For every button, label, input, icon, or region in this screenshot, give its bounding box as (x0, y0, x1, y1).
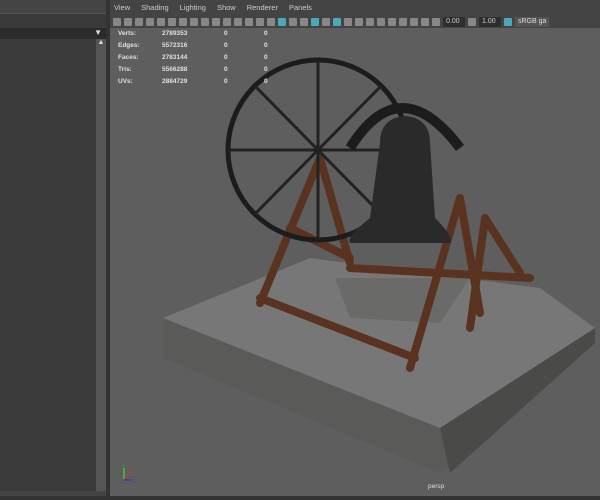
menu-view[interactable]: View (114, 0, 130, 16)
scroll-up-icon[interactable]: ▲ (96, 39, 106, 46)
safe-title-icon[interactable] (256, 18, 264, 26)
camera-lock-icon[interactable] (124, 18, 132, 26)
svg-text:Y: Y (122, 463, 125, 468)
depth-of-field-icon[interactable] (377, 18, 385, 26)
wireframe-on-shaded-icon[interactable] (311, 18, 319, 26)
chevron-down-icon: ▼ (94, 28, 102, 37)
menu-renderer[interactable]: Renderer (247, 0, 278, 16)
viewport[interactable]: View Shading Lighting Show Renderer Pane… (110, 0, 600, 496)
panel-dropdown[interactable]: ▼ (0, 28, 106, 39)
xray-joints-icon[interactable] (421, 18, 429, 26)
film-gate-icon[interactable] (201, 18, 209, 26)
motion-blur-icon[interactable] (355, 18, 363, 26)
bottom-border (0, 496, 600, 500)
stat-row-uvs: UVs: 2884729 0 0 (118, 78, 268, 85)
svg-text:Z: Z (132, 478, 135, 483)
exposure-input[interactable]: 0.00 (443, 17, 465, 27)
menu-lighting[interactable]: Lighting (180, 0, 206, 16)
viewport-toolbar: 0.00 1.00 sRGB ga (110, 16, 600, 28)
image-plane-icon[interactable] (157, 18, 165, 26)
stat-row-faces: Faces: 2783144 0 0 (118, 54, 268, 61)
safe-action-icon[interactable] (245, 18, 253, 26)
anti-aliasing-icon[interactable] (366, 18, 374, 26)
ambient-occlusion-icon[interactable] (344, 18, 352, 26)
svg-text:X: X (129, 470, 132, 475)
resolution-gate-icon[interactable] (212, 18, 220, 26)
camera-label: persp (428, 483, 445, 490)
menu-panels[interactable]: Panels (289, 0, 312, 16)
field-chart-icon[interactable] (234, 18, 242, 26)
scrollbar[interactable]: ▲ (96, 39, 106, 491)
smooth-shade-icon[interactable] (278, 18, 286, 26)
stat-row-tris: Tris: 5566288 0 0 (118, 66, 268, 73)
2d-pan-icon[interactable] (168, 18, 176, 26)
panel-list (0, 39, 96, 491)
wireframe-icon[interactable] (267, 18, 275, 26)
lights-icon[interactable] (322, 18, 330, 26)
stat-row-verts: Verts: 2789353 0 0 (118, 30, 268, 37)
default-material-icon[interactable] (289, 18, 297, 26)
xray-icon[interactable] (410, 18, 418, 26)
menu-show[interactable]: Show (217, 0, 236, 16)
stat-row-edges: Edges: 5572316 0 0 (118, 42, 268, 49)
viewport-menu-bar: View Shading Lighting Show Renderer Pane… (110, 0, 600, 16)
exposure-icon[interactable] (432, 18, 440, 26)
camera-icon[interactable] (113, 18, 121, 26)
bookmark-icon[interactable] (146, 18, 154, 26)
bell-model[interactable] (110, 28, 600, 496)
heads-up-poly-count: Verts: 2789353 0 0 Edges: 5572316 0 0 Faces: 27… (118, 28, 268, 88)
gamma-icon[interactable] (468, 18, 476, 26)
menu-shading[interactable]: Shading (141, 0, 169, 16)
gamma-input[interactable]: 1.00 (479, 17, 501, 27)
shadows-icon[interactable] (333, 18, 341, 26)
gate-mask-icon[interactable] (223, 18, 231, 26)
axis-gizmo-icon: Y X Z (122, 463, 135, 483)
camera-attr-icon[interactable] (135, 18, 143, 26)
grid-icon[interactable] (190, 18, 198, 26)
grease-pencil-icon[interactable] (179, 18, 187, 26)
textured-icon[interactable] (300, 18, 308, 26)
isolate-icon[interactable] (399, 18, 407, 26)
color-management-icon[interactable] (504, 18, 512, 26)
color-space-dropdown[interactable]: sRGB ga (515, 17, 550, 27)
left-panel: ▼ ▲ (0, 0, 106, 496)
select-icon[interactable] (388, 18, 396, 26)
panel-header (0, 13, 106, 28)
